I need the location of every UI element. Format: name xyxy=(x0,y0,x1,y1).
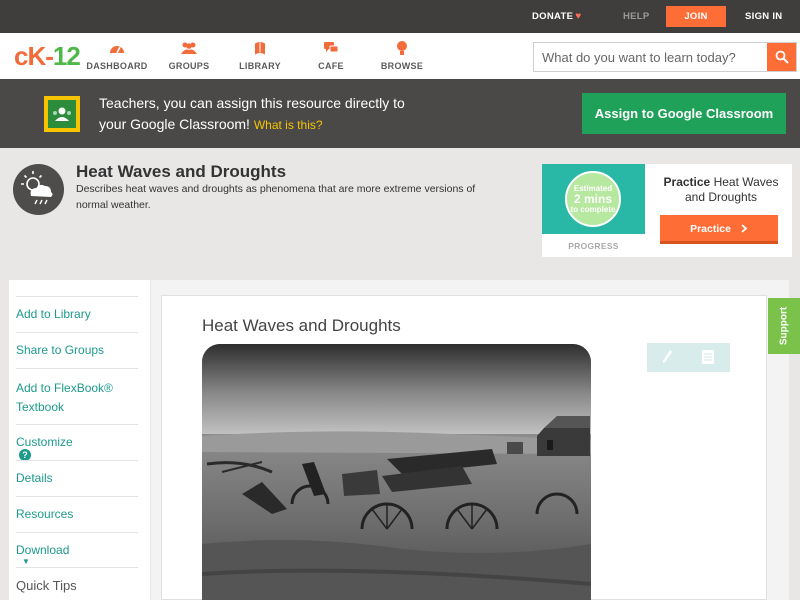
estimated-mins: 2 mins xyxy=(573,192,612,206)
pencil-icon[interactable] xyxy=(661,349,673,370)
practice-thumbnail[interactable]: Estimated 2 mins to complete xyxy=(542,164,645,234)
progress-label: PROGRESS xyxy=(568,241,619,251)
sidebar-item-add-to-flexbook[interactable]: Add to FlexBook® Textbook xyxy=(16,368,138,424)
sidebar-item-label: Customize xyxy=(16,435,73,449)
sidebar-item-add-to-library[interactable]: Add to Library xyxy=(16,296,138,332)
heart-icon: ♥ xyxy=(575,11,582,22)
banner-line2: your Google Classroom! xyxy=(99,116,250,132)
help-link[interactable]: HELP xyxy=(623,0,650,33)
sign-in-link[interactable]: SIGN IN xyxy=(745,0,782,33)
banner-message: Teachers, you can assign this resource d… xyxy=(99,93,499,136)
concept-title: Heat Waves and Droughts xyxy=(76,162,287,181)
donate-link[interactable]: DONATE ♥ xyxy=(532,0,581,33)
sidebar-item-details[interactable]: Details xyxy=(16,460,138,496)
to-complete-label: to complete xyxy=(570,205,616,214)
practice-card: Estimated 2 mins to complete PROGRESS Pr… xyxy=(542,164,792,257)
top-bar: DONATE ♥ HELP JOIN SIGN IN xyxy=(0,0,800,33)
nav-cafe[interactable]: CAFE xyxy=(296,40,366,71)
what-is-this-link[interactable]: What is this? xyxy=(254,118,323,132)
nav-library-label: LIBRARY xyxy=(239,61,281,71)
google-classroom-banner: Teachers, you can assign this resource d… xyxy=(0,79,800,148)
logo-c: c xyxy=(14,41,29,71)
nav-groups[interactable]: GROUPS xyxy=(154,40,224,71)
cafe-icon xyxy=(324,42,339,53)
search-box xyxy=(533,42,797,72)
sidebar-item-resources[interactable]: Resources xyxy=(16,496,138,532)
logo-k: K- xyxy=(27,41,53,71)
sidebar-item-label: Share to Groups xyxy=(16,343,105,357)
ck12-logo[interactable]: cK-12 xyxy=(14,41,81,72)
support-label: Support xyxy=(778,306,790,346)
quick-tips-heading: Quick Tips xyxy=(16,578,77,593)
sidebar-item-label: Details xyxy=(16,471,53,485)
browse-icon xyxy=(397,41,407,55)
search-icon xyxy=(775,50,789,64)
google-classroom-icon xyxy=(44,96,80,132)
notes-icon[interactable] xyxy=(701,349,715,370)
concept-description: Describes heat waves and droughts as phe… xyxy=(76,183,476,211)
sidebar-item-label: Add to FlexBook® Textbook xyxy=(16,381,113,414)
library-icon xyxy=(255,42,265,55)
search-input[interactable] xyxy=(534,43,768,71)
sidebar-item-label: Add to Library xyxy=(16,307,91,321)
sidebar-item-share-to-groups[interactable]: Share to Groups xyxy=(16,332,138,368)
nav-dashboard[interactable]: DASHBOARD xyxy=(82,40,152,71)
content-tools xyxy=(647,343,730,372)
sidebar-item-download[interactable]: Download ▼ xyxy=(16,532,138,568)
dashboard-icon xyxy=(110,46,124,54)
main-header: cK-12 DASHBOARD GROUPS LIBRARY CAFE BROW… xyxy=(0,33,800,79)
dust-bowl-photo xyxy=(202,344,591,600)
assign-google-classroom-button[interactable]: Assign to Google Classroom xyxy=(582,93,786,134)
left-sidebar: Add to Library Share to Groups Add to Fl… xyxy=(9,280,150,600)
content-card: Heat Waves and Droughts xyxy=(161,295,767,600)
practice-title: Practice Heat Waves and Droughts xyxy=(654,175,788,205)
nav-browse[interactable]: BROWSE xyxy=(367,40,437,71)
support-tab[interactable]: Support xyxy=(768,298,800,354)
nav-groups-label: GROUPS xyxy=(168,61,210,71)
nav-library[interactable]: LIBRARY xyxy=(225,40,295,71)
main-content: Heat Waves and Droughts xyxy=(151,280,789,600)
sidebar-item-label: Resources xyxy=(16,507,74,521)
nav-cafe-label: CAFE xyxy=(318,61,344,71)
practice-button[interactable]: Practice xyxy=(660,215,778,244)
sidebar-item-label: Download xyxy=(16,543,70,557)
practice-title-bold: Practice xyxy=(663,175,711,189)
groups-icon xyxy=(181,42,197,54)
estimated-time-badge: Estimated 2 mins to complete xyxy=(565,171,621,227)
sidebar-item-customize[interactable]: Customize? xyxy=(16,424,138,461)
weather-icon xyxy=(13,164,64,215)
practice-button-label: Practice xyxy=(690,223,731,235)
banner-line1: Teachers, you can assign this resource d… xyxy=(99,95,405,111)
donate-label: DONATE xyxy=(532,11,574,22)
nav-browse-label: BROWSE xyxy=(380,61,424,71)
logo-12: 12 xyxy=(52,41,81,71)
join-button[interactable]: JOIN xyxy=(666,6,726,27)
caret-down-icon: ▼ xyxy=(22,557,30,566)
nav-dashboard-label: DASHBOARD xyxy=(86,61,148,71)
search-button[interactable] xyxy=(767,43,796,71)
content-title: Heat Waves and Droughts xyxy=(202,316,401,335)
chevron-right-icon xyxy=(741,224,748,233)
